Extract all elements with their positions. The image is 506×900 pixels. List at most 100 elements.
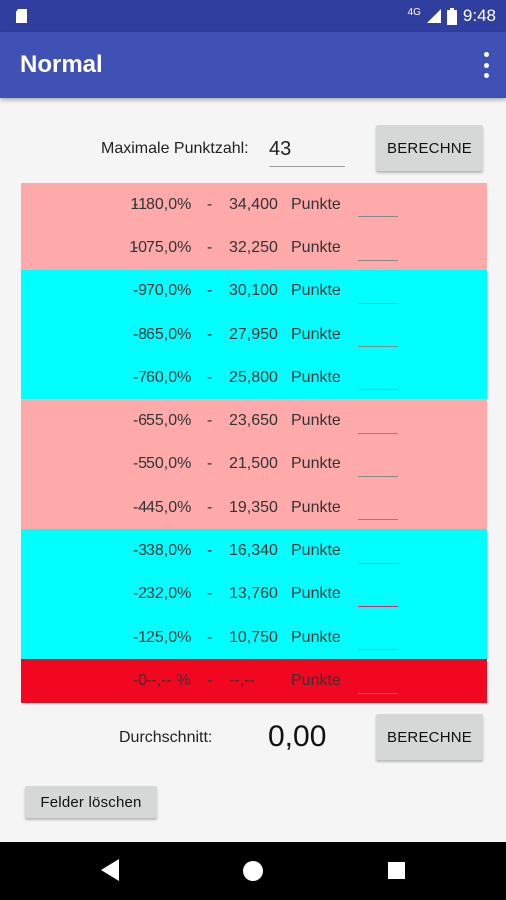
separator: - (133, 195, 139, 213)
grade-row: 10-75,0% -32,250 Punkte (21, 226, 487, 270)
grade-percent: 65,0% (146, 325, 192, 343)
count-input[interactable] (358, 605, 398, 607)
grade-points: 25,800 (229, 368, 278, 386)
grade-row: 5-50,0% -21,500 Punkte (21, 442, 487, 487)
points-unit: Punkte (291, 628, 341, 646)
grade-percent: 60,0% (146, 368, 192, 386)
separator: - (133, 282, 139, 300)
separator: - (133, 628, 139, 646)
grade-percent: 38,0% (146, 542, 192, 560)
calculate-average-button[interactable]: BERECHNE (376, 714, 483, 760)
points-unit: Punkte (291, 238, 341, 256)
count-input[interactable] (358, 562, 398, 564)
separator: - (207, 542, 213, 560)
separator: - (207, 195, 213, 213)
points-unit: Punkte (291, 455, 341, 473)
grade-percent: 50,0% (146, 455, 192, 473)
separator: - (207, 368, 213, 386)
grade-points: 32,250 (229, 238, 278, 256)
separator: - (207, 671, 213, 689)
separator: - (133, 671, 139, 689)
separator: - (207, 412, 213, 430)
average-label: Durchschnitt: (119, 729, 213, 746)
separator: - (207, 455, 213, 473)
grade-row: 11-80,0% -34,400 Punkte (21, 183, 487, 227)
grade-points: 21,500 (229, 455, 278, 473)
grade-row: 6-55,0% -23,650 Punkte (21, 399, 487, 443)
recents-icon[interactable] (388, 862, 405, 879)
separator: - (133, 455, 139, 473)
grade-percent: --,-- % (146, 671, 191, 689)
points-unit: Punkte (291, 671, 341, 689)
separator: - (207, 325, 213, 343)
separator: - (133, 498, 139, 516)
home-icon[interactable] (243, 861, 263, 881)
separator: - (133, 368, 139, 386)
grade-row: 1-25,0% -10,750 Punkte (21, 615, 487, 660)
grade-row: 8-65,0% -27,950 Punkte (21, 312, 487, 357)
points-unit: Punkte (291, 282, 341, 300)
sd-card-icon (16, 9, 27, 23)
grade-row: 2-32,0% -13,760 Punkte (21, 572, 487, 616)
grade-points: 16,340 (229, 542, 278, 560)
grade-points: 30,100 (229, 282, 278, 300)
count-input[interactable] (358, 649, 398, 651)
grade-row: 0- --,-- % - --,-- Punkte (21, 659, 487, 703)
grade-percent: 70,0% (146, 282, 192, 300)
grade-row: 4-45,0% -19,350 Punkte (21, 486, 487, 530)
clock: 9:48 (462, 6, 496, 25)
count-input[interactable] (358, 302, 398, 304)
grade-points: 13,760 (229, 585, 278, 603)
points-unit: Punkte (291, 585, 341, 603)
grade-row: 9-70,0% -30,100 Punkte (21, 269, 487, 313)
navigation-bar (0, 842, 506, 900)
separator: - (133, 238, 139, 256)
points-unit: Punkte (291, 542, 341, 560)
grade-percent: 80,0% (146, 195, 192, 213)
separator: - (207, 628, 213, 646)
grade-row: 7-60,0% -25,800 Punkte (21, 356, 487, 400)
separator: - (133, 325, 139, 343)
count-input[interactable] (358, 692, 398, 694)
count-input[interactable] (358, 432, 398, 434)
count-input[interactable] (358, 346, 398, 348)
page-title: Normal (20, 51, 103, 78)
points-unit: Punkte (291, 195, 341, 213)
grade-points: 10,750 (229, 628, 278, 646)
clear-fields-button[interactable]: Felder löschen (25, 786, 157, 818)
grade-percent: 25,0% (146, 628, 192, 646)
grade-percent: 45,0% (146, 498, 192, 516)
grade-points: --,-- (229, 671, 255, 689)
calculate-button[interactable]: BERECHNE (376, 125, 483, 171)
points-unit: Punkte (291, 498, 341, 516)
separator: - (207, 238, 213, 256)
count-input[interactable] (358, 216, 398, 218)
battery-icon (446, 7, 457, 25)
count-input[interactable] (358, 389, 398, 391)
network-type: 4G (407, 6, 421, 18)
status-bar: 4G 9:48 (0, 0, 506, 32)
count-input[interactable] (358, 519, 398, 521)
grade-table: 11-80,0% -34,400 Punkte 10-75,0% -32,250 Punk… (21, 183, 487, 703)
more-vert-icon[interactable] (480, 52, 492, 78)
count-input[interactable] (358, 476, 398, 478)
grade-row: 3-38,0% -16,340 Punkte (21, 529, 487, 573)
grade-percent: 75,0% (146, 238, 192, 256)
separator: - (207, 498, 213, 516)
grade-percent: 32,0% (146, 585, 192, 603)
max-points-input[interactable] (269, 132, 345, 167)
separator: - (133, 412, 139, 430)
grade-points: 19,350 (229, 498, 278, 516)
points-unit: Punkte (291, 412, 341, 430)
count-input[interactable] (358, 259, 398, 261)
separator: - (133, 542, 139, 560)
app-bar: Normal (0, 32, 506, 98)
average-value: 0,00 (268, 720, 327, 753)
grade-points: 27,950 (229, 325, 278, 343)
grade-points: 23,650 (229, 412, 278, 430)
separator: - (207, 282, 213, 300)
points-unit: Punkte (291, 325, 341, 343)
signal-icon (426, 9, 441, 23)
points-unit: Punkte (291, 368, 341, 386)
back-icon[interactable] (101, 859, 119, 881)
